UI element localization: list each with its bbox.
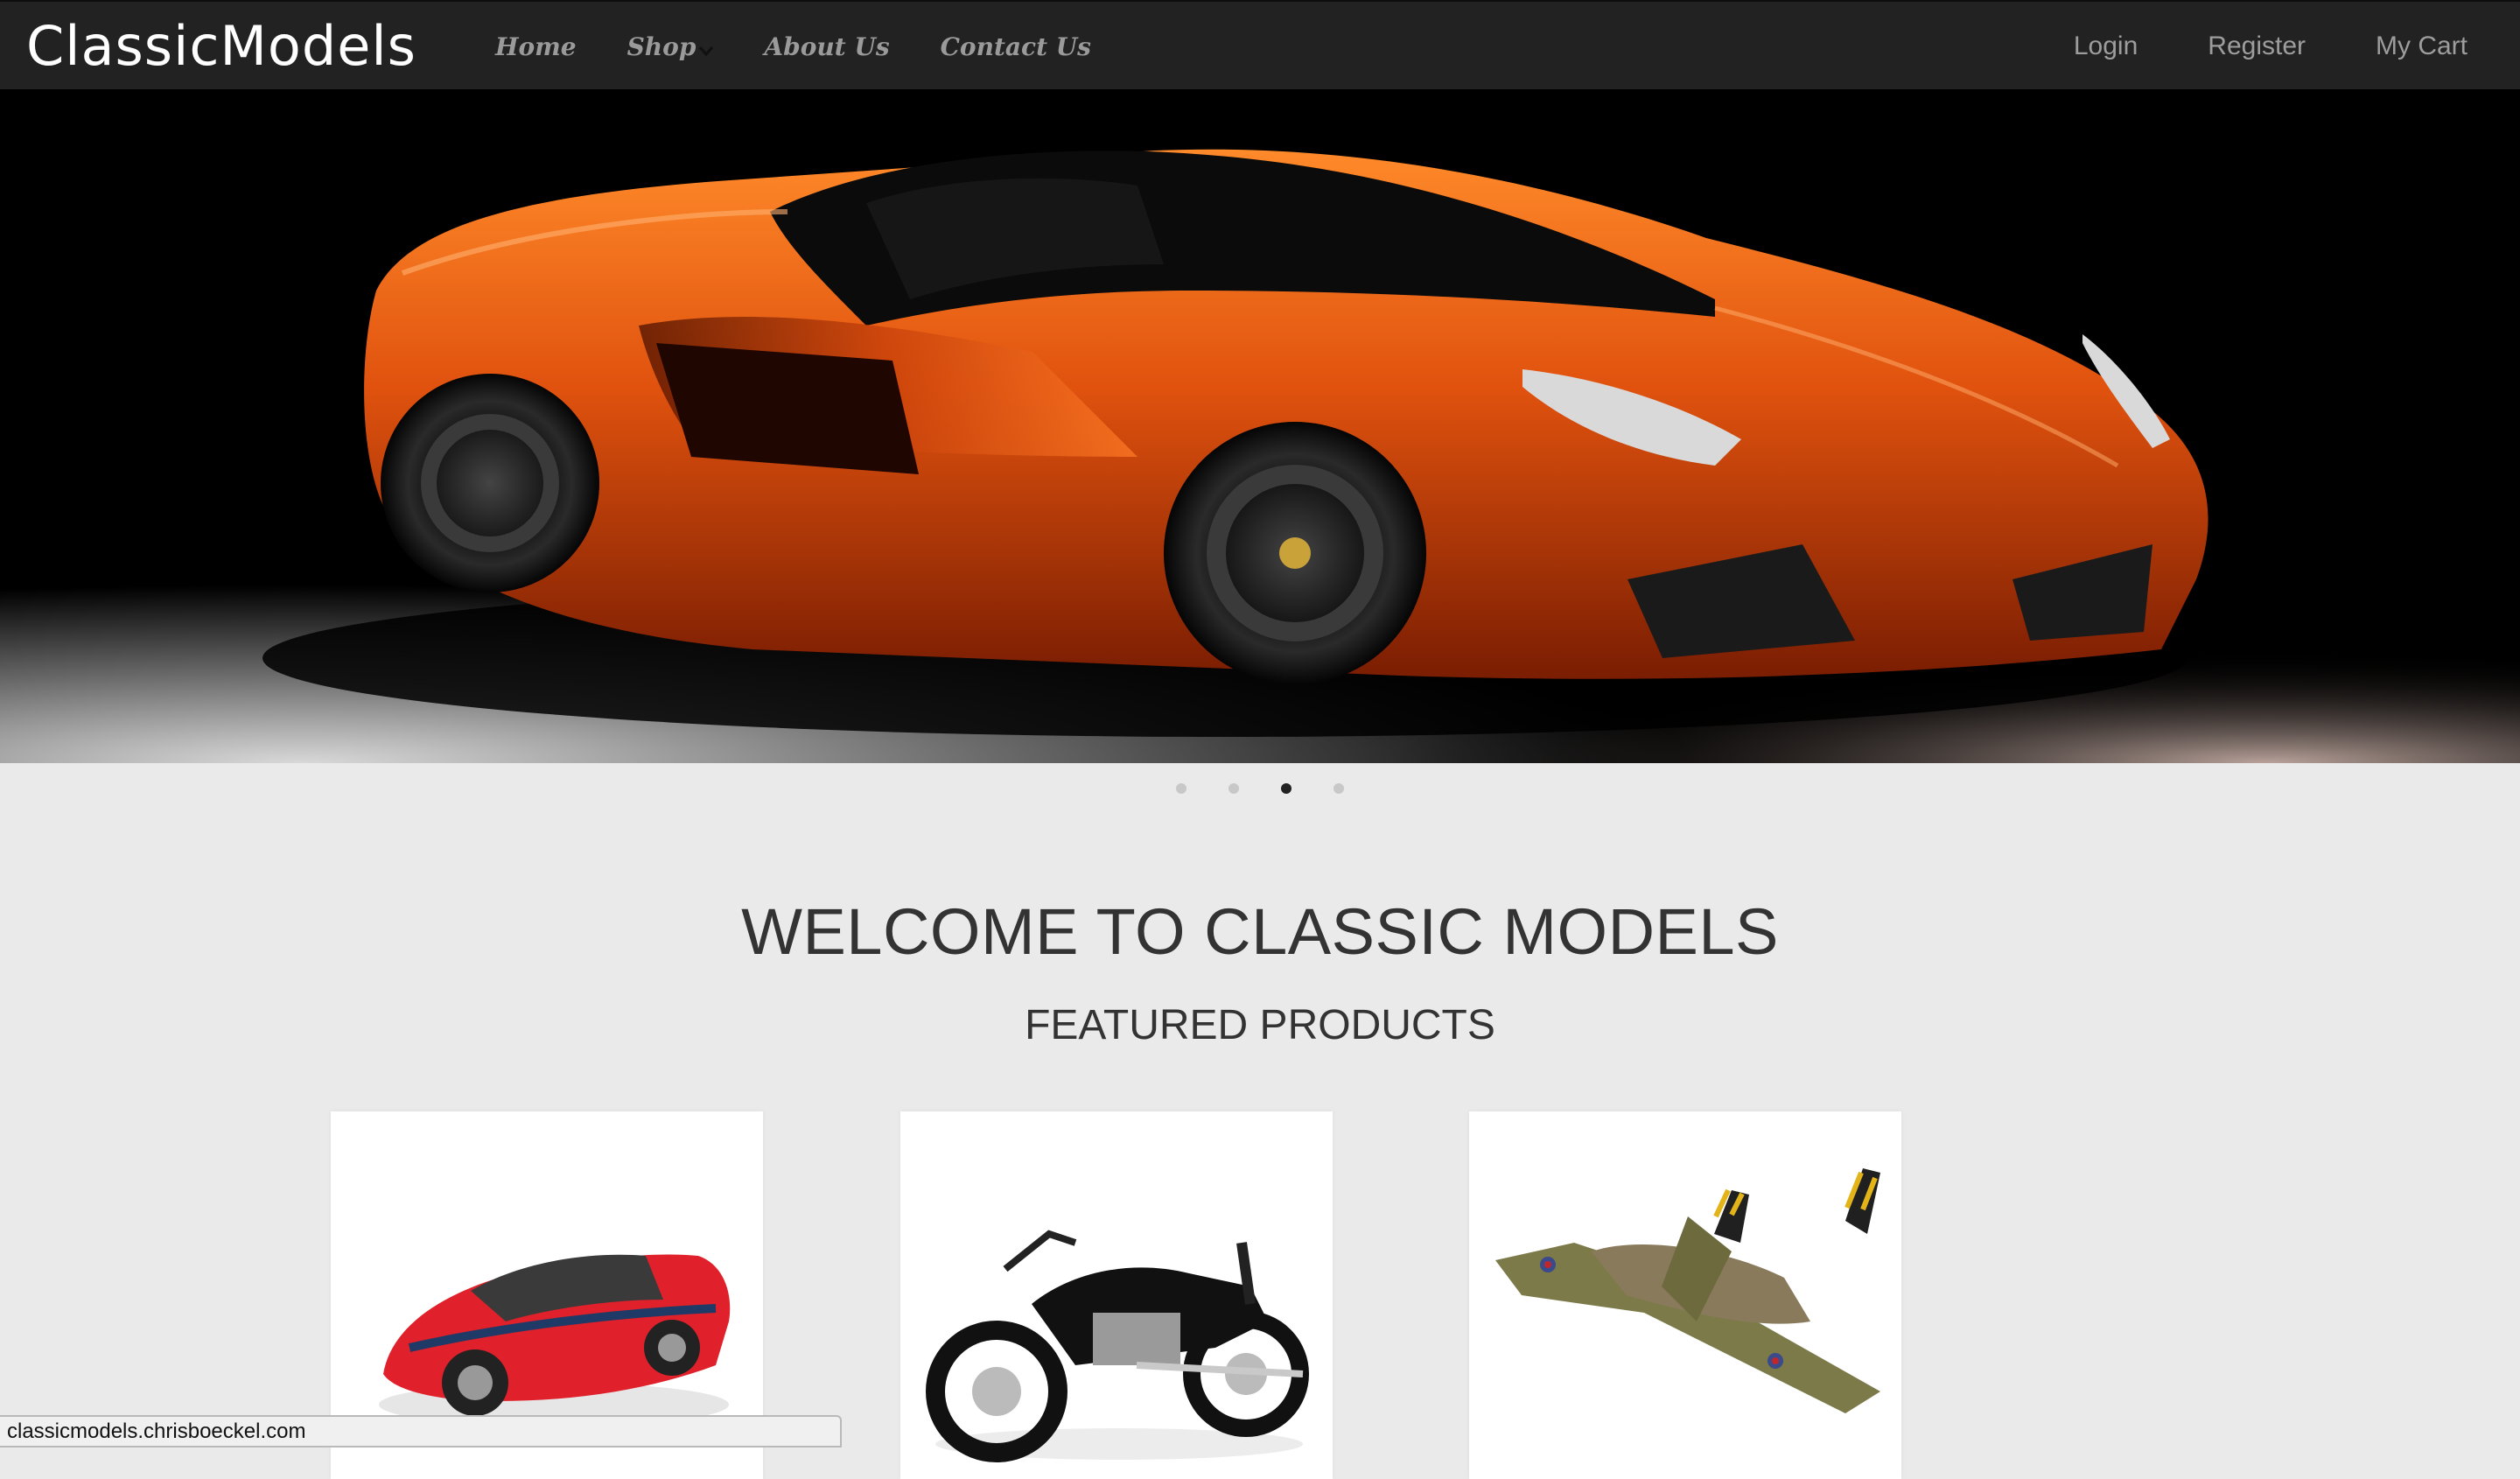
featured-products-heading: FEATURED PRODUCTS	[1025, 1002, 1495, 1048]
nav-link-about-label: About Us	[764, 32, 890, 61]
carousel-dot-2[interactable]	[1228, 783, 1239, 794]
nav-link-shop-label: Shop	[626, 32, 696, 61]
my-cart-link[interactable]: My Cart	[2376, 32, 2468, 61]
chevron-down-icon	[699, 46, 714, 57]
hero-carousel[interactable]	[0, 89, 2520, 763]
browser-status-url: classicmodels.chrisboeckel.com	[0, 1415, 842, 1447]
welcome-heading: WELCOME TO CLASSIC MODELS	[741, 895, 1779, 968]
orange-supercar-image	[0, 89, 2520, 763]
primary-nav: Home Shop About Us Contact Us	[495, 2, 1142, 91]
nav-link-shop[interactable]: Shop	[627, 32, 714, 61]
black-motorcycle-model-image	[900, 1111, 1333, 1479]
account-nav: Login Register My Cart	[2004, 2, 2468, 91]
nav-link-about[interactable]: About Us	[764, 32, 889, 61]
nav-link-home-label: Home	[495, 32, 577, 61]
register-link[interactable]: Register	[2208, 32, 2306, 61]
nav-link-contact[interactable]: Contact Us	[941, 32, 1091, 61]
brand-logo[interactable]: ClassicModels	[26, 7, 416, 86]
carousel-dot-1[interactable]	[1176, 783, 1186, 794]
carousel-dot-4[interactable]	[1334, 783, 1344, 794]
nav-link-contact-label: Contact Us	[940, 32, 1091, 61]
login-link[interactable]: Login	[2074, 32, 2138, 61]
carousel-indicators	[0, 783, 2520, 794]
product-card[interactable]	[1469, 1111, 1901, 1479]
camouflage-bomber-plane-model-image	[1469, 1111, 1901, 1479]
carousel-dot-3[interactable]	[1281, 783, 1292, 794]
nav-link-home[interactable]: Home	[495, 32, 577, 61]
product-card[interactable]	[900, 1111, 1333, 1479]
top-navbar: ClassicModels Home Shop About Us Contact…	[0, 0, 2520, 89]
